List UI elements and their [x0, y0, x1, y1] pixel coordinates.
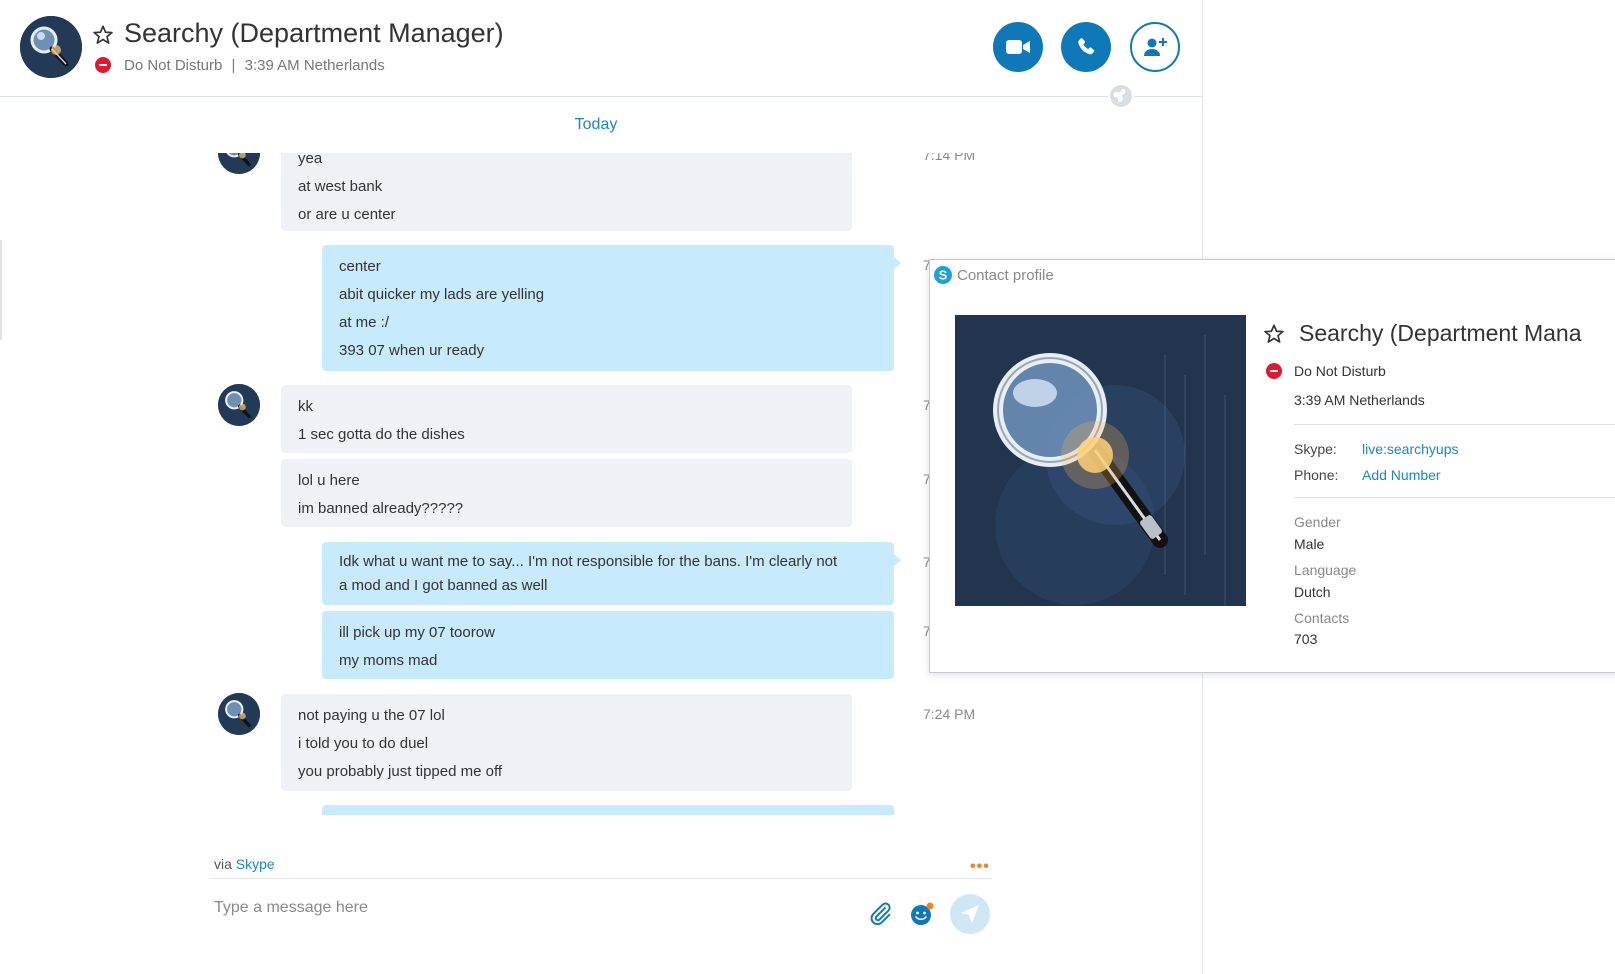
- profile-name: Searchy (Department Mana: [1299, 320, 1582, 346]
- contacts-value: 703: [1294, 631, 1318, 647]
- send-button[interactable]: [950, 894, 990, 934]
- paperclip-icon[interactable]: [867, 901, 893, 927]
- contact-local-time: 3:39 AM Netherlands: [244, 57, 385, 74]
- message-line: abit quicker my lads are yelling: [339, 286, 545, 303]
- globe-icon[interactable]: [1108, 83, 1134, 109]
- sender-avatar[interactable]: [218, 693, 260, 735]
- message-line: at west bank: [298, 178, 383, 195]
- via-skype-link[interactable]: Skype: [236, 856, 275, 872]
- outgoing-message-partial[interactable]: [322, 805, 894, 815]
- skype-logo-icon: S: [934, 266, 952, 284]
- via-prefix: via: [214, 856, 232, 872]
- more-options-button[interactable]: •••: [970, 858, 990, 876]
- message-line: yea: [298, 153, 323, 167]
- do-not-disturb-icon: [1266, 363, 1282, 379]
- audio-call-button[interactable]: [1061, 22, 1111, 72]
- video-camera-icon: [1006, 40, 1030, 54]
- incoming-message[interactable]: yea at west bank or are u center: [281, 153, 852, 231]
- contact-profile-popup[interactable]: S Contact profile Searchy (Department Ma…: [929, 259, 1615, 673]
- message-line: kk: [298, 398, 313, 415]
- left-edge-handle[interactable]: [0, 240, 2, 340]
- message-line: ill pick up my 07 toorow: [339, 624, 495, 641]
- message-line: Idk what u want me to say... I'm not res…: [339, 553, 838, 570]
- message-timestamp: 7:14 PM: [923, 153, 976, 163]
- outgoing-message[interactable]: ill pick up my 07 toorow my moms mad: [322, 611, 894, 679]
- add-person-icon: [1144, 38, 1167, 56]
- do-not-disturb-icon: [95, 57, 111, 73]
- contact-status-line: Do Not Disturb | 3:39 AM Netherlands: [124, 57, 385, 74]
- divider: [1294, 424, 1615, 425]
- message-line: 1 sec gotta do the dishes: [298, 426, 465, 443]
- message-line: my moms mad: [339, 652, 438, 669]
- message-list[interactable]: yea at west bank or are u center 7:14 PM…: [200, 153, 1000, 815]
- sender-avatar[interactable]: [218, 384, 260, 426]
- phone-label: Phone:: [1294, 467, 1339, 483]
- message-line: you probably just tipped me off: [298, 763, 503, 780]
- compose-divider: [210, 878, 992, 879]
- skype-id-link[interactable]: live:searchyups: [1362, 441, 1459, 457]
- add-people-button[interactable]: [1130, 22, 1180, 72]
- magnifier-avatar-icon: [218, 693, 260, 735]
- language-label: Language: [1294, 562, 1357, 578]
- divider: [1294, 497, 1615, 498]
- favorite-star-icon[interactable]: [92, 24, 114, 46]
- incoming-message[interactable]: lol u here im banned already?????: [281, 459, 852, 527]
- message-line: lol u here: [298, 472, 360, 489]
- gender-value: Male: [1294, 536, 1325, 552]
- svg-text:S: S: [939, 268, 948, 283]
- magnifier-avatar-icon: [20, 16, 82, 78]
- profile-status: Do Not Disturb: [1294, 363, 1386, 379]
- via-label: via Skype: [214, 856, 275, 872]
- phone-icon: [1078, 38, 1095, 55]
- popup-title: Contact profile: [957, 267, 1054, 284]
- contact-avatar[interactable]: [20, 16, 82, 78]
- outgoing-message[interactable]: Idk what u want me to say... I'm not res…: [322, 542, 901, 605]
- smiley-icon[interactable]: [909, 901, 935, 927]
- message-line: not paying u the 07 lol: [298, 707, 445, 724]
- profile-local-time: 3:39 AM Netherlands: [1294, 392, 1425, 408]
- message-line: at me :/: [339, 314, 390, 331]
- message-line: im banned already?????: [298, 500, 464, 517]
- language-value: Dutch: [1294, 584, 1331, 600]
- contacts-label: Contacts: [1294, 610, 1350, 626]
- magnifier-photo-icon: [955, 315, 1246, 606]
- message-input[interactable]: [214, 899, 854, 917]
- conversation-title[interactable]: Searchy (Department Manager): [124, 18, 504, 49]
- send-arrow-icon: [961, 905, 979, 923]
- favorite-star-icon[interactable]: [1263, 323, 1285, 345]
- message-line: center: [339, 258, 381, 275]
- add-number-link[interactable]: Add Number: [1362, 467, 1441, 483]
- message-line: 393 07 when ur ready: [339, 342, 485, 359]
- profile-photo: [955, 315, 1246, 606]
- incoming-message[interactable]: kk 1 sec gotta do the dishes: [281, 385, 852, 453]
- magnifier-avatar-icon: [218, 153, 260, 174]
- message-line: i told you to do duel: [298, 735, 429, 752]
- message-timestamp: 7:24 PM: [923, 706, 976, 722]
- magnifier-avatar-icon: [218, 384, 260, 426]
- outgoing-message[interactable]: center abit quicker my lads are yelling …: [322, 245, 901, 371]
- skype-label: Skype:: [1294, 441, 1337, 457]
- conversation-header: Searchy (Department Manager) Do Not Dist…: [0, 0, 1202, 97]
- date-divider: Today: [574, 116, 618, 133]
- status-separator: |: [231, 57, 236, 74]
- video-call-button[interactable]: [993, 22, 1043, 72]
- contact-status: Do Not Disturb: [124, 57, 223, 74]
- gender-label: Gender: [1294, 514, 1341, 530]
- message-line: or are u center: [298, 206, 396, 223]
- incoming-message[interactable]: not paying u the 07 lol i told you to do…: [281, 694, 852, 791]
- sender-avatar[interactable]: [218, 153, 260, 174]
- message-line: a mod and I got banned as well: [339, 577, 548, 594]
